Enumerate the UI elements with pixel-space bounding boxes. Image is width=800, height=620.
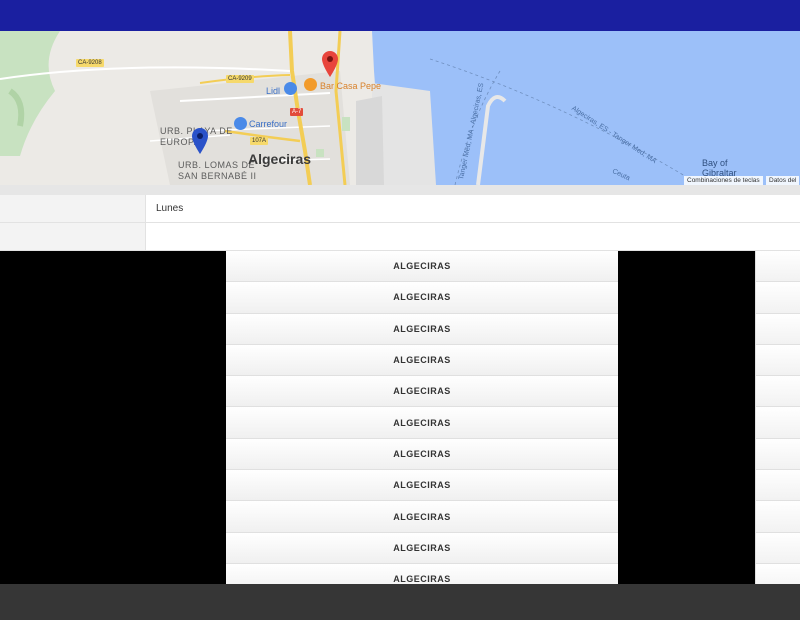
poi-carrefour[interactable]: Carrefour	[249, 119, 287, 129]
table-row[interactable]: ALGECIRAS	[226, 470, 618, 502]
port-dock	[356, 96, 384, 185]
table-cell	[755, 563, 800, 584]
table-rows: ALGECIRAS ALGECIRAS ALGECIRAS ALGECIRAS ALGE…	[226, 251, 618, 584]
keyboard-shortcuts-link[interactable]: Combinaciones de teclas	[684, 176, 763, 185]
top-header-bar	[0, 0, 800, 31]
bay-label: Bay of Gibraltar	[702, 158, 737, 178]
row-city-text: ALGECIRAS	[393, 417, 451, 428]
black-column-left	[0, 251, 226, 584]
table-row[interactable]: ALGECIRAS	[226, 438, 618, 471]
row-city-text: ALGECIRAS	[393, 386, 451, 397]
table-cell	[755, 282, 800, 314]
road-shield-107a: 107A	[250, 137, 269, 145]
info-row-second	[0, 223, 800, 251]
row-city-text: ALGECIRAS	[393, 480, 451, 491]
black-column-right	[618, 251, 755, 584]
info-row-label	[0, 195, 146, 222]
row-city-text: ALGECIRAS	[393, 511, 451, 522]
district-lomas-san-bernabe: URB. LOMAS DE SAN BERNABÉ II	[178, 160, 257, 181]
table-row[interactable]: ALGECIRAS	[226, 532, 618, 564]
info-row-value-second	[146, 223, 800, 250]
table-row[interactable]: ALGECIRAS	[226, 313, 618, 345]
table-right-column	[755, 251, 800, 584]
road-shield-ca9208: CA-9208	[76, 59, 104, 67]
poi-bar-casa-pepe[interactable]: Bar Casa Pepe	[320, 81, 381, 91]
row-city-text: ALGECIRAS	[393, 574, 451, 584]
info-row-value-day: Lunes	[156, 203, 184, 214]
restaurant-icon[interactable]	[304, 78, 317, 91]
map-footer-strip	[0, 185, 800, 195]
blue-location-pin-icon[interactable]	[192, 128, 208, 154]
table-cell	[755, 313, 800, 345]
table-cell	[755, 251, 800, 283]
table-cell	[755, 407, 800, 439]
table-cell	[755, 344, 800, 377]
schedule-table: ALGECIRAS ALGECIRAS ALGECIRAS ALGECIRAS ALGE…	[0, 251, 800, 584]
table-row[interactable]: ALGECIRAS	[226, 501, 618, 533]
table-cell	[755, 501, 800, 533]
city-label: Algeciras	[248, 151, 312, 167]
map-data-attribution[interactable]: Datos del	[766, 176, 800, 185]
map-canvas	[0, 31, 800, 185]
row-city-text: ALGECIRAS	[393, 448, 451, 459]
road-shield-ca9209: CA-9209	[226, 75, 254, 83]
info-row-label	[0, 223, 146, 250]
row-city-text: ALGECIRAS	[393, 261, 451, 272]
red-location-pin-icon[interactable]	[322, 51, 338, 77]
row-city-text: ALGECIRAS	[393, 323, 451, 334]
table-row[interactable]: ALGECIRAS	[226, 282, 618, 314]
road-shield-a7: A-7	[290, 108, 304, 116]
row-city-text: ALGECIRAS	[393, 542, 451, 553]
table-row[interactable]: ALGECIRAS	[226, 563, 618, 584]
table-row[interactable]: ALGECIRAS	[226, 376, 618, 408]
shopping-cart-icon[interactable]	[284, 82, 297, 95]
poi-lidl[interactable]: Lidl	[266, 86, 280, 96]
table-row[interactable]: ALGECIRAS	[226, 251, 618, 283]
table-cell	[755, 532, 800, 564]
table-cell	[755, 438, 800, 471]
bottom-footer-bar	[0, 584, 800, 620]
table-cell	[755, 376, 800, 408]
table-cell	[755, 470, 800, 502]
table-row[interactable]: ALGECIRAS	[226, 344, 618, 377]
row-city-text: ALGECIRAS	[393, 292, 451, 303]
info-row-day: Lunes	[0, 195, 800, 223]
location-map[interactable]: CA-9208 CA-9209 A-7 107A URB. PLAYA DE E…	[0, 31, 800, 185]
shopping-cart-icon[interactable]	[234, 117, 247, 130]
row-city-text: ALGECIRAS	[393, 355, 451, 366]
table-row[interactable]: ALGECIRAS	[226, 407, 618, 439]
